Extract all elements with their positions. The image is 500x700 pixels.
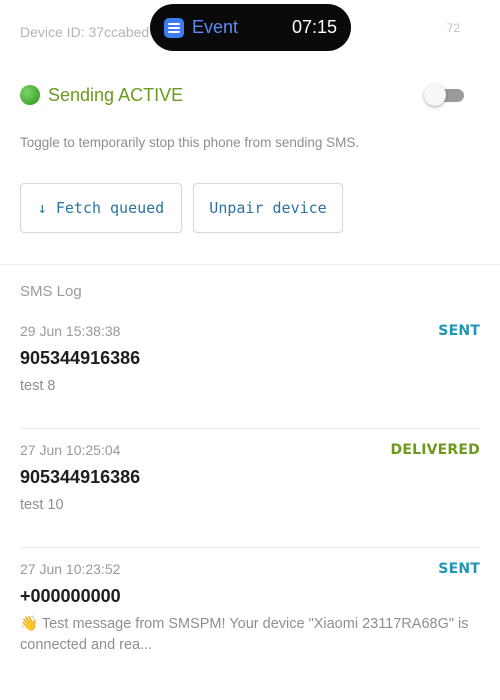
green-circle-icon (20, 85, 40, 105)
sms-log-entry[interactable]: 27 Jun 10:23:52 SENT +000000000 👋 Test m… (20, 548, 480, 667)
toggle-knob (424, 84, 446, 106)
sms-log-time: 27 Jun 10:25:04 (20, 442, 121, 458)
event-notification-pill[interactable]: Event 07:15 (150, 4, 351, 51)
sms-log-message: test 8 (20, 378, 56, 394)
event-list-icon (164, 17, 184, 38)
event-label: Event (192, 17, 239, 37)
sending-toggle[interactable] (424, 84, 464, 106)
sms-log-message: 👋 Test message from SMSPM! Your device "… (20, 616, 469, 653)
sms-status-badge: SENT (438, 323, 480, 339)
sms-log-entry[interactable]: 27 Jun 10:25:04 DELIVERED 905344916386 t… (20, 429, 480, 548)
sms-log-time: 29 Jun 15:38:38 (20, 323, 121, 339)
unpair-device-button[interactable]: Unpair device (193, 183, 343, 233)
sms-status-badge: DELIVERED (390, 442, 480, 458)
sms-log-list: 29 Jun 15:38:38 SENT 905344916386 test 8… (20, 310, 480, 667)
sms-log-title: SMS Log (20, 283, 82, 300)
device-count: 72 (446, 21, 460, 35)
sms-status-badge: SENT (438, 561, 480, 577)
sending-status-text: Sending ACTIVE (48, 84, 184, 105)
sms-log-time: 27 Jun 10:23:52 (20, 561, 121, 577)
event-time: 07:15 (291, 17, 337, 37)
fetch-queued-button[interactable]: ↓ Fetch queued (20, 183, 182, 233)
device-id-label: Device ID: 37ccabed- (20, 24, 154, 40)
sending-status-row: Sending ACTIVE (20, 80, 464, 110)
sms-log-phone: 905344916386 (20, 348, 141, 368)
sms-log-phone: +000000000 (20, 586, 121, 606)
toggle-hint-text: Toggle to temporarily stop this phone fr… (20, 135, 360, 150)
sms-log-message: test 10 (20, 497, 64, 513)
sms-log-entry[interactable]: 29 Jun 15:38:38 SENT 905344916386 test 8 (20, 310, 480, 429)
section-divider (0, 264, 500, 265)
sms-log-phone: 905344916386 (20, 467, 141, 487)
